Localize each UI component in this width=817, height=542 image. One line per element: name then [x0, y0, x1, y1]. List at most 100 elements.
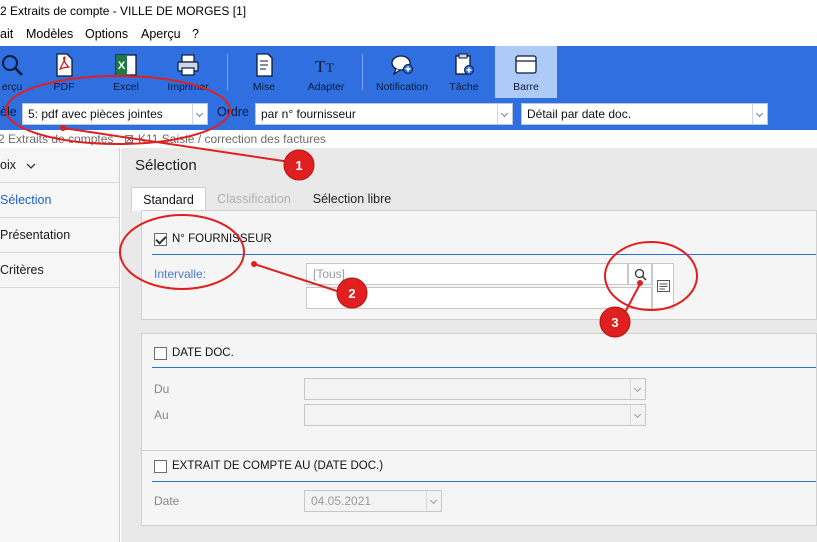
svg-text:T: T [326, 60, 334, 75]
nav-header[interactable]: oix [0, 148, 119, 183]
date-to-label: Au [154, 408, 169, 422]
print-label: Imprimer [167, 81, 209, 93]
excel-label: Excel [113, 81, 139, 93]
tab-selection-libre[interactable]: Sélection libre [307, 187, 397, 211]
barre-label: Barre [513, 81, 539, 93]
extrait-date-label: Date [154, 494, 180, 508]
selection-panel: Sélection Standard Classification Sélect… [121, 148, 817, 542]
menu-item-edit[interactable]: ait [0, 27, 13, 41]
task-icon [455, 53, 474, 75]
search-button[interactable] [628, 263, 652, 285]
page-setup-button[interactable]: Mise [244, 46, 284, 98]
ribbon-toolbar: erçu PDF X Excel Imprimer Mise T T Adapt… [0, 46, 817, 98]
group-divider [152, 367, 816, 368]
fournisseur-from-placeholder: [Tous] [313, 267, 346, 281]
nav-header-label: oix [0, 158, 16, 172]
fournisseur-from-input[interactable]: [Tous] [306, 263, 628, 285]
group-divider [152, 254, 816, 255]
date-doc-group: DATE DOC. Du Au [141, 333, 817, 451]
preview-label: erçu [1, 81, 23, 93]
nav-item-presentation[interactable]: Présentation [0, 218, 119, 253]
preview-icon [2, 55, 23, 76]
chevron-down-icon [26, 163, 36, 169]
printer-icon [177, 54, 199, 76]
task-label: Tâche [449, 81, 479, 93]
chevron-down-icon [630, 405, 645, 425]
page-title: Sélection [135, 157, 197, 174]
chevron-down-icon [497, 104, 512, 124]
adapt-label: Adapter [307, 81, 345, 93]
breadcrumb-item[interactable]: 2 Extraits de comptes [0, 132, 113, 146]
nav-item-label: Présentation [0, 228, 71, 242]
pdf-button[interactable]: PDF [42, 46, 86, 98]
interval-label: Intervalle: [154, 267, 207, 281]
adapt-button[interactable]: T T Adapter [302, 46, 350, 98]
notification-icon [391, 55, 413, 76]
order-select-value: par n° fournisseur [261, 107, 356, 121]
notification-button[interactable]: Notification [372, 46, 432, 98]
list-picker-button[interactable] [652, 263, 674, 309]
fournisseur-to-input[interactable] [306, 287, 652, 309]
menu-bar: ait Modèles Options Aperçu ? [0, 24, 817, 46]
fournisseur-checkbox[interactable] [154, 233, 167, 246]
model-order-bar: èle 5: pdf avec pièces jointes Ordre par… [0, 98, 817, 130]
nav-item-criteres[interactable]: Critères [0, 253, 119, 288]
extrait-header: EXTRAIT DE COMPTE AU (DATE DOC.) [172, 460, 384, 472]
group-divider [152, 481, 816, 482]
notification-label: Notification [376, 81, 428, 93]
extrait-checkbox[interactable] [154, 460, 167, 473]
page-setup-icon [256, 53, 273, 77]
tab-standard[interactable]: Standard [131, 187, 206, 211]
detail-select[interactable]: Détail par date doc. [521, 103, 768, 125]
breadcrumb-separator-icon: ⊠ [124, 132, 135, 146]
date-to-select[interactable] [304, 404, 646, 426]
fournisseur-group: N° FOURNISSEUR Intervalle: [Tous] [141, 210, 817, 320]
date-doc-header: DATE DOC. [172, 347, 234, 359]
date-from-label: Du [154, 382, 170, 396]
window-bar-icon [515, 55, 537, 74]
extrait-group: EXTRAIT DE COMPTE AU (DATE DOC.) Date 04… [141, 450, 817, 526]
excel-button[interactable]: X Excel [102, 46, 150, 98]
barre-button[interactable]: Barre [495, 46, 557, 98]
breadcrumb: 2 Extraits de comptes ⊠ K11 Saisie / cor… [0, 130, 340, 148]
date-from-select[interactable] [304, 378, 646, 400]
menu-item-apercu[interactable]: Aperçu [141, 27, 181, 41]
extrait-date-value: 04.05.2021 [311, 494, 372, 508]
detail-select-value: Détail par date doc. [527, 107, 632, 121]
order-select[interactable]: par n° fournisseur [255, 103, 513, 125]
pdf-label: PDF [53, 81, 75, 93]
menu-item-modeles[interactable]: Modèles [26, 27, 73, 41]
ribbon-separator [227, 54, 228, 90]
font-size-icon: T T [315, 57, 334, 76]
chevron-down-icon [426, 491, 441, 511]
svg-text:T: T [315, 57, 326, 76]
pdf-icon [56, 53, 73, 77]
model-select-value: 5: pdf avec pièces jointes [28, 107, 163, 121]
fournisseur-header: N° FOURNISSEUR [172, 233, 272, 245]
svg-text:X: X [118, 60, 126, 72]
excel-icon: X [115, 54, 137, 76]
page-setup-label: Mise [252, 81, 276, 93]
breadcrumb-item[interactable]: K11 Saisie / correction des factures [138, 132, 326, 146]
model-label: èle [0, 105, 17, 119]
nav-item-label: Sélection [0, 193, 52, 207]
task-button[interactable]: Tâche [440, 46, 488, 98]
order-label: Ordre [217, 105, 249, 119]
print-button[interactable]: Imprimer [164, 46, 212, 98]
chevron-down-icon [630, 379, 645, 399]
preview-button[interactable]: erçu [0, 46, 34, 98]
extrait-date-select[interactable]: 04.05.2021 [304, 490, 442, 512]
tab-classification[interactable]: Classification [209, 187, 299, 211]
nav-item-selection[interactable]: Sélection [0, 183, 119, 218]
menu-item-options[interactable]: Options [85, 27, 128, 41]
date-doc-checkbox[interactable] [154, 347, 167, 360]
title-bar: 2 Extraits de compte - VILLE DE MORGES [… [0, 0, 817, 24]
menu-item-help[interactable]: ? [192, 27, 199, 41]
list-icon [657, 280, 670, 292]
nav-item-label: Critères [0, 263, 44, 277]
chevron-down-icon [752, 104, 767, 124]
window-title: 2 Extraits de compte - VILLE DE MORGES [… [0, 4, 247, 18]
model-select[interactable]: 5: pdf avec pièces jointes [22, 103, 208, 125]
chevron-down-icon [192, 104, 207, 124]
ribbon-separator [362, 54, 363, 90]
